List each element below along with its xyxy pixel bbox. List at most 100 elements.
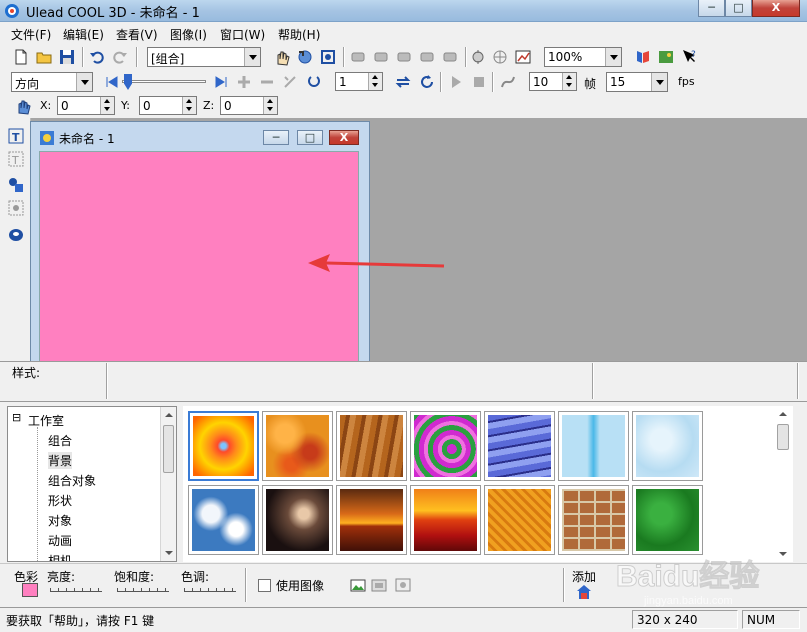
align-icon[interactable] xyxy=(418,48,436,66)
first-frame-icon[interactable] xyxy=(103,73,121,91)
thumb-brick-wall[interactable] xyxy=(558,485,629,555)
edit-text-icon[interactable]: T xyxy=(7,150,25,168)
minimize-button[interactable]: ─ xyxy=(698,0,725,17)
scroll-thumb[interactable] xyxy=(163,425,174,473)
thumb-green-purple-swirl[interactable] xyxy=(410,411,481,481)
use-image-checkbox[interactable] xyxy=(258,579,271,592)
thumb-dark-storm-clouds[interactable] xyxy=(262,485,333,555)
loop-icon[interactable] xyxy=(305,73,323,91)
play-icon[interactable] xyxy=(447,73,465,91)
chevron-down-icon[interactable] xyxy=(244,48,260,66)
thumb-sunset-sea-1[interactable] xyxy=(336,485,407,555)
undo-icon[interactable] xyxy=(88,48,106,66)
zoom-select[interactable]: 100% xyxy=(544,47,622,67)
thumb-ice-blue-texture[interactable] xyxy=(558,411,629,481)
title-bar[interactable]: Ulead COOL 3D - 未命名 - 1 ─ □ X xyxy=(0,0,807,22)
render-icon[interactable] xyxy=(634,48,652,66)
edit-shape-icon[interactable] xyxy=(7,199,25,217)
menu-window[interactable]: 窗口(W) xyxy=(220,26,265,43)
insert-shape-icon[interactable] xyxy=(7,176,25,194)
ping-pong-icon[interactable] xyxy=(394,73,412,91)
frame-count-spinner[interactable]: 10 xyxy=(529,72,577,91)
image-preview-icon[interactable] xyxy=(394,576,412,594)
tree-item[interactable]: 组合 xyxy=(48,432,72,449)
open-folder-icon[interactable] xyxy=(35,48,53,66)
z-spinner[interactable]: 0 xyxy=(220,96,278,115)
chevron-down-icon[interactable] xyxy=(76,73,92,91)
save-icon[interactable] xyxy=(58,48,76,66)
hue-slider[interactable] xyxy=(184,586,236,592)
gallery-scrollbar[interactable] xyxy=(775,406,791,562)
saturation-slider[interactable] xyxy=(117,586,169,592)
reverse-keyframe-icon[interactable] xyxy=(281,73,299,91)
export-image-icon[interactable] xyxy=(657,48,675,66)
mode-select[interactable]: 方向 xyxy=(11,72,93,92)
globe-icon[interactable] xyxy=(491,48,509,66)
menu-edit[interactable]: 编辑(E) xyxy=(63,26,104,43)
thumb-wood-grain[interactable] xyxy=(336,411,407,481)
refresh-icon[interactable] xyxy=(418,73,436,91)
thumb-orange-mottled[interactable] xyxy=(262,411,333,481)
slider-thumb[interactable] xyxy=(124,74,132,90)
add-keyframe-icon[interactable] xyxy=(235,73,253,91)
tree-item[interactable]: 组合对象 xyxy=(48,472,96,489)
align-icon[interactable] xyxy=(441,48,459,66)
hand-pan-icon[interactable] xyxy=(273,48,291,66)
x-spinner[interactable]: 0 xyxy=(57,96,115,115)
doc-maximize-button[interactable]: □ xyxy=(297,130,323,145)
menu-help[interactable]: 帮助(H) xyxy=(278,26,320,43)
tree-item-selected[interactable]: 背景 xyxy=(48,452,73,469)
tree-item[interactable]: 动画 xyxy=(48,532,72,549)
tree-item[interactable]: 对象 xyxy=(48,512,72,529)
add-to-gallery-icon[interactable] xyxy=(575,583,593,601)
scroll-up-icon[interactable] xyxy=(161,407,176,423)
smooth-motion-icon[interactable] xyxy=(499,73,517,91)
chevron-down-icon[interactable] xyxy=(605,48,621,66)
scroll-down-icon[interactable] xyxy=(161,545,176,561)
align-icon[interactable] xyxy=(395,48,413,66)
thumb-orange-weave[interactable] xyxy=(484,485,555,555)
last-frame-icon[interactable] xyxy=(212,73,230,91)
scroll-thumb[interactable] xyxy=(777,424,789,450)
maximize-button[interactable]: □ xyxy=(725,0,752,17)
tree-item[interactable]: 形状 xyxy=(48,492,72,509)
align-icon[interactable] xyxy=(349,48,367,66)
menu-image[interactable]: 图像(I) xyxy=(170,26,207,43)
doc-close-button[interactable]: X xyxy=(329,130,359,145)
context-help-icon[interactable]: ? xyxy=(680,48,698,66)
size-object-icon[interactable] xyxy=(319,48,337,66)
insert-text-icon[interactable]: T xyxy=(7,127,25,145)
light-icon[interactable] xyxy=(469,48,487,66)
color-swatch[interactable] xyxy=(22,583,38,597)
image-options-icon[interactable] xyxy=(370,576,388,594)
chevron-down-icon[interactable] xyxy=(651,73,667,91)
remove-keyframe-icon[interactable] xyxy=(258,73,276,91)
edit-chart-icon[interactable] xyxy=(514,48,532,66)
studio-tree[interactable]: ⊟ 工作室 组合 背景 组合对象 形状 对象 动画 相机 xyxy=(7,406,177,562)
brightness-slider[interactable] xyxy=(50,586,102,592)
stop-icon[interactable] xyxy=(470,73,488,91)
y-spinner[interactable]: 0 xyxy=(139,96,197,115)
tree-toggle-icon[interactable]: ⊟ xyxy=(12,411,21,424)
move-object-icon[interactable] xyxy=(14,97,32,115)
redo-icon[interactable] xyxy=(111,48,129,66)
document-window[interactable]: 未命名 - 1 ─ □ X xyxy=(30,121,370,362)
tree-item[interactable]: 相机 xyxy=(48,552,72,561)
timeline-slider[interactable] xyxy=(122,74,206,90)
object-select[interactable]: [组合] xyxy=(147,47,261,67)
new-file-icon[interactable] xyxy=(12,48,30,66)
thumb-frost-light-blue[interactable] xyxy=(632,411,703,481)
rotate-object-icon[interactable] xyxy=(296,48,314,66)
thumb-cloudy-sky[interactable] xyxy=(188,485,259,555)
menu-view[interactable]: 查看(V) xyxy=(116,26,158,43)
align-icon[interactable] xyxy=(372,48,390,66)
scroll-up-icon[interactable] xyxy=(775,406,791,422)
doc-minimize-button[interactable]: ─ xyxy=(263,130,289,145)
thumb-sunset-sea-2[interactable] xyxy=(410,485,481,555)
thumb-blue-water-ripple[interactable] xyxy=(484,411,555,481)
insert-geometry-icon[interactable] xyxy=(7,226,25,244)
thumb-radial-sunburst[interactable] xyxy=(188,411,259,481)
tree-root[interactable]: 工作室 xyxy=(28,412,64,429)
fps-select[interactable]: 15 xyxy=(606,72,668,92)
close-button[interactable]: X xyxy=(752,0,800,17)
